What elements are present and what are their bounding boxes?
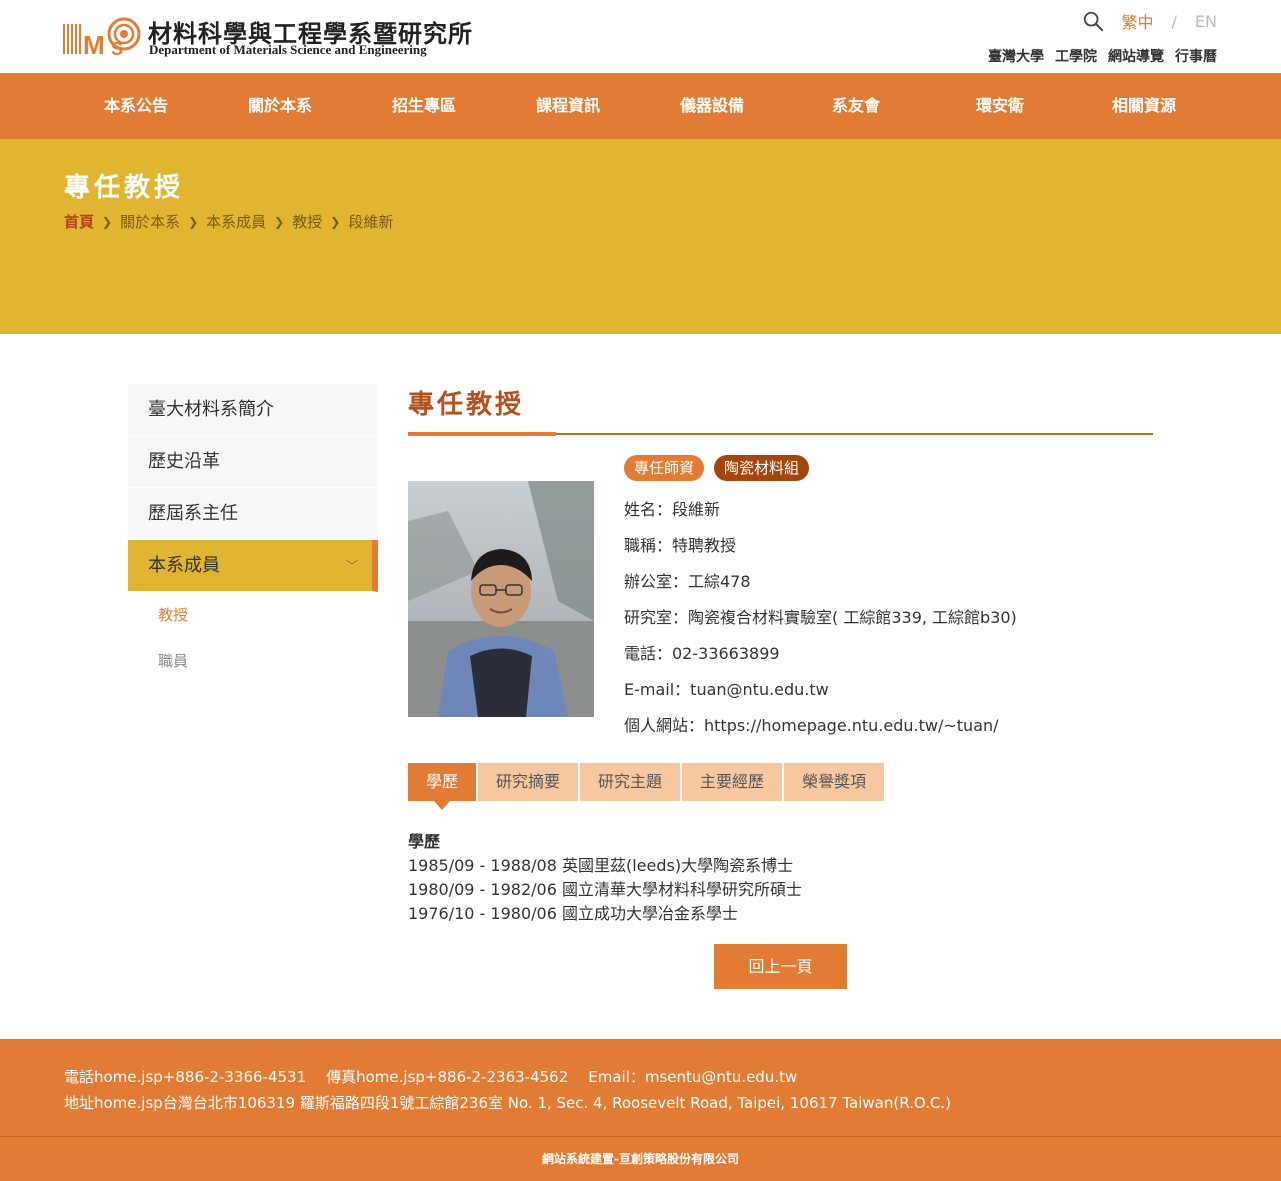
profile-website[interactable]: 個人網站：https://homepage.ntu.edu.tw/~tuan/ (624, 712, 1017, 748)
footer-phone: 電話home.jsp+886-2-3366-4531 (64, 1068, 307, 1086)
tab-research-summary[interactable]: 研究摘要 (478, 763, 579, 801)
banner-title: 專任教授 (64, 173, 185, 203)
nav-item-alumni[interactable]: 系友會 (784, 73, 928, 139)
svg-text:S: S (111, 39, 123, 58)
profile-tags: 專任師資 陶瓷材料組 (624, 455, 810, 481)
profile-title: 職稱：特聘教授 (624, 536, 737, 555)
profile-phone: 電話：02-33663899 (624, 644, 780, 663)
footer-email[interactable]: Email：msentu@ntu.edu.tw (588, 1066, 797, 1087)
main-content: 專任教授 專任師資 陶瓷材料組 姓名：段維新 職稱：特聘教授 辦公室：工綜478… (408, 384, 1153, 989)
nav-item-resources[interactable]: 相關資源 (1072, 73, 1216, 139)
site-logo[interactable]: M S 材料科學與工程學系暨研究所 Department of Material… (62, 12, 472, 60)
sidebar-item-members[interactable]: 本系成員 ﹀ (128, 540, 378, 592)
search-icon[interactable] (1082, 10, 1104, 32)
profile-email[interactable]: E-mail：tuan@ntu.edu.tw (624, 676, 1017, 712)
profile-office: 辦公室：工綜478 (624, 572, 751, 591)
breadcrumb-chevron-icon: ❯ (274, 214, 285, 229)
utility-links: 臺灣大學 工學院 網站導覽 行事曆 (988, 46, 1217, 66)
profile-tabs: 學歷 研究摘要 研究主題 主要經歷 榮譽獎項 (408, 763, 885, 810)
mse-logo-icon: M S (63, 17, 141, 58)
footer-contact: 電話home.jsp+886-2-3366-4531 傳真home.jsp+88… (64, 1066, 797, 1087)
tag-ceramics-group[interactable]: 陶瓷材料組 (714, 455, 810, 481)
sidebar-subitem-staff[interactable]: 職員 (128, 638, 378, 684)
sidebar-item-label: 本系成員 (148, 555, 220, 576)
education-entry: 1985/09 - 1988/08 英國里茲(leeds)大學陶瓷系博士 (408, 856, 794, 875)
tag-fulltime-faculty[interactable]: 專任師資 (624, 455, 705, 481)
profile-lab: 研究室：陶瓷複合材料實驗室( 工綜館339, 工綜館b30) (624, 608, 1017, 627)
profile-info: 姓名：段維新 職稱：特聘教授 辦公室：工綜478 研究室：陶瓷複合材料實驗室( … (624, 496, 1017, 748)
site-footer: 電話home.jsp+886-2-3366-4531 傳真home.jsp+88… (0, 1039, 1281, 1181)
util-link-engineering[interactable]: 工學院 (1055, 46, 1097, 66)
tab-research-topics[interactable]: 研究主題 (580, 763, 681, 801)
logo-title-en: Department of Materials Science and Engi… (149, 42, 427, 57)
page-banner: 專任教授 首頁 ❯ 關於本系 ❯ 本系成員 ❯ 教授 ❯ 段維新 (0, 139, 1281, 334)
tab-education[interactable]: 學歷 (408, 763, 477, 810)
nav-item-courses[interactable]: 課程資訊 (496, 73, 640, 139)
util-link-calendar[interactable]: 行事曆 (1175, 46, 1217, 66)
tab-experience[interactable]: 主要經歷 (682, 763, 783, 801)
profile-name: 姓名：段維新 (624, 500, 721, 519)
education-entry: 1976/10 - 1980/06 國立成功大學冶金系學士 (408, 904, 738, 923)
page-title: 專任教授 (408, 390, 525, 420)
nav-item-about[interactable]: 關於本系 (208, 73, 352, 139)
footer-copyright: 網站系統建置-亘創策略股份有限公司 (542, 1152, 739, 1166)
svg-text:M: M (83, 30, 105, 58)
sidebar-item-chairs[interactable]: 歷屆系主任 (128, 488, 378, 540)
main-nav: 本系公告 關於本系 招生專區 課程資訊 儀器設備 系友會 環安衛 相關資源 (0, 73, 1281, 139)
sidebar-item-history[interactable]: 歷史沿革 (128, 436, 378, 488)
lang-en-link[interactable]: EN (1195, 12, 1217, 31)
lang-separator: / (1171, 11, 1177, 31)
breadcrumb-home[interactable]: 首頁 (64, 211, 94, 232)
top-tools: 繁中 / EN (1082, 8, 1217, 34)
nav-item-admissions[interactable]: 招生專區 (352, 73, 496, 139)
footer-address: 地址home.jsp台灣台北市106319 羅斯福路四段1號工綜館236室 No… (64, 1094, 951, 1112)
lang-zh-link[interactable]: 繁中 (1122, 9, 1154, 33)
title-divider-accent (408, 432, 556, 436)
professor-photo (408, 481, 594, 717)
sidebar-item-intro[interactable]: 臺大材料系簡介 (128, 384, 378, 436)
breadcrumb-about[interactable]: 關於本系 (120, 211, 180, 232)
footer-divider (0, 1136, 1281, 1137)
tab-honors[interactable]: 榮譽獎項 (784, 763, 885, 801)
education-heading: 學歷 (408, 832, 441, 851)
nav-item-announcements[interactable]: 本系公告 (64, 73, 208, 139)
breadcrumb-chevron-icon: ❯ (330, 214, 341, 229)
back-button[interactable]: 回上一頁 (714, 944, 847, 989)
site-header: M S 材料科學與工程學系暨研究所 Department of Material… (0, 0, 1281, 73)
breadcrumb-current: 段維新 (348, 213, 394, 231)
breadcrumb-members[interactable]: 本系成員 (206, 211, 266, 232)
breadcrumb-chevron-icon: ❯ (102, 214, 113, 229)
nav-item-safety[interactable]: 環安衛 (928, 73, 1072, 139)
education-panel: 學歷 1985/09 - 1988/08 英國里茲(leeds)大學陶瓷系博士 … (408, 830, 802, 926)
sidebar-subitem-professors[interactable]: 教授 (128, 592, 378, 638)
education-entry: 1980/09 - 1982/06 國立清華大學材料科學研究所碩士 (408, 880, 802, 899)
util-link-sitemap[interactable]: 網站導覽 (1108, 46, 1164, 66)
breadcrumb: 首頁 ❯ 關於本系 ❯ 本系成員 ❯ 教授 ❯ 段維新 (64, 211, 393, 232)
chevron-down-icon: ﹀ (345, 559, 358, 573)
util-link-ntu[interactable]: 臺灣大學 (988, 46, 1044, 66)
breadcrumb-professors[interactable]: 教授 (292, 211, 322, 232)
breadcrumb-chevron-icon: ❯ (188, 214, 199, 229)
footer-fax: 傳真home.jsp+886-2-2363-4562 (326, 1068, 569, 1086)
sidebar: 臺大材料系簡介 歷史沿革 歷屆系主任 本系成員 ﹀ 教授 職員 (128, 384, 378, 684)
nav-item-equipment[interactable]: 儀器設備 (640, 73, 784, 139)
